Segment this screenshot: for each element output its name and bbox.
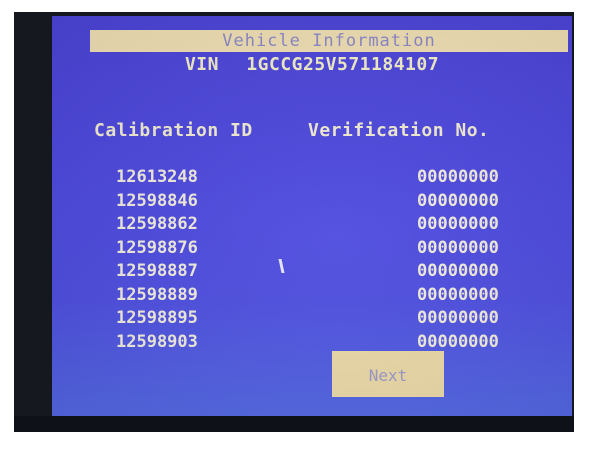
calibration-id-list: 12613248 12598846 12598862 12598876 1259…	[116, 166, 198, 354]
verification-no-cell: 00000000	[417, 237, 499, 258]
verification-no-cell: 00000000	[417, 214, 499, 234]
vehicle-information-screen: Vehicle Information VIN 1GCCG25V57118410…	[52, 16, 572, 416]
calibration-id-cell: 12598889	[116, 284, 198, 305]
calibration-id-header: Calibration ID	[94, 120, 253, 141]
verification-no-cell: 00000000	[417, 284, 499, 305]
monitor-bottom-edge	[14, 416, 574, 432]
next-button[interactable]: Next	[332, 351, 444, 397]
verification-no-cell: 00000000	[417, 261, 499, 281]
calibration-id-cell: 12598903	[116, 331, 198, 352]
screen-title: Vehicle Information	[90, 30, 568, 52]
verification-no-cell: 00000000	[417, 308, 499, 328]
verification-no-header: Verification No.	[308, 120, 490, 141]
calibration-id-cell: 12613248	[116, 167, 198, 187]
calibration-id-cell: 12598887	[116, 261, 198, 281]
calibration-id-cell: 12598862	[116, 214, 198, 234]
calibration-id-cell: 12598895	[116, 308, 198, 328]
calibration-id-cell: 12598876	[116, 237, 198, 258]
vin-row: VIN 1GCCG25V571184107	[52, 54, 572, 75]
calibration-id-cell: 12598846	[116, 190, 198, 211]
verification-no-cell: 00000000	[417, 167, 499, 187]
mouse-cursor-icon	[278, 259, 285, 273]
verification-no-cell: 00000000	[417, 190, 499, 211]
verification-no-list: 00000000 00000000 00000000 00000000 0000…	[417, 166, 499, 354]
vin-label: VIN	[184, 54, 219, 75]
vin-value: 1GCCG25V571184107	[246, 54, 440, 75]
